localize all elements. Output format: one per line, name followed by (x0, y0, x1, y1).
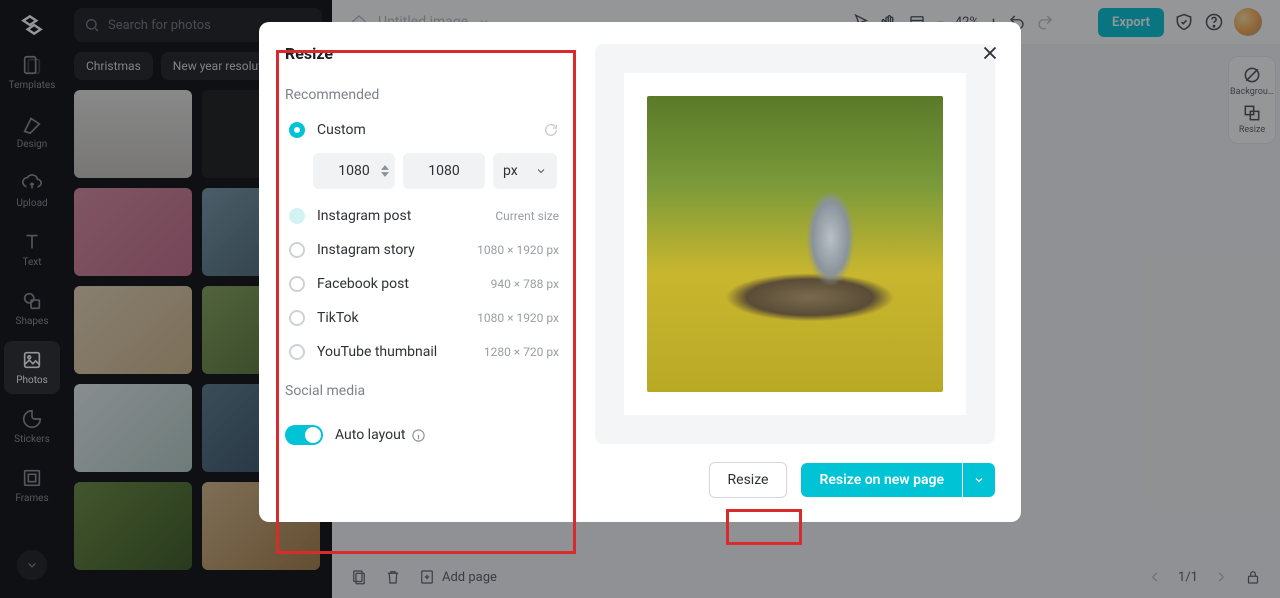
radio[interactable] (289, 344, 305, 360)
option-tiktok[interactable]: TikTok 1080 × 1920 px (285, 301, 563, 335)
option-social-instagram-post[interactable]: Instagram post (285, 409, 563, 411)
height-value: 1080 (428, 163, 459, 179)
option-instagram-story[interactable]: Instagram story 1080 × 1920 px (285, 233, 563, 267)
option-label: Custom (317, 122, 366, 138)
option-custom[interactable]: Custom (285, 113, 563, 147)
resize-new-page-button[interactable]: Resize on new page (801, 463, 962, 497)
option-label: Instagram post (317, 208, 411, 224)
option-sub: 940 × 788 px (491, 277, 559, 291)
option-sub: 1280 × 720 px (484, 345, 559, 359)
options-scroll[interactable]: Recommended Custom 1080 (285, 81, 569, 411)
option-youtube-thumbnail[interactable]: YouTube thumbnail 1280 × 720 px (285, 335, 563, 369)
resize-new-page-group: Resize on new page (801, 463, 995, 497)
info-icon[interactable] (411, 428, 426, 443)
option-facebook-post[interactable]: Facebook post 940 × 788 px (285, 267, 563, 301)
section-social: Social media (285, 383, 563, 399)
chevron-down-icon (973, 474, 985, 486)
auto-layout-toggle[interactable] (285, 425, 323, 445)
preview-frame (595, 44, 995, 444)
chevron-down-icon (535, 165, 547, 177)
width-value: 1080 (338, 163, 369, 179)
radio-selected[interactable] (289, 122, 305, 138)
option-sub: Current size (495, 209, 559, 223)
radio[interactable] (289, 242, 305, 258)
resize-modal: Resize Recommended Custom 1080 (259, 22, 1021, 522)
modal-overlay: Resize Recommended Custom 1080 (0, 0, 1280, 598)
auto-layout-label: Auto layout (335, 427, 405, 443)
close-icon (979, 42, 1001, 64)
reset-icon[interactable] (543, 122, 559, 138)
unit-select[interactable]: px (493, 153, 557, 189)
modal-title: Resize (285, 44, 569, 63)
resize-new-page-caret[interactable] (963, 463, 995, 497)
preview-canvas (624, 73, 966, 415)
height-input[interactable]: 1080 (403, 153, 485, 189)
close-button[interactable] (979, 42, 1001, 64)
radio[interactable] (289, 310, 305, 326)
auto-layout-row: Auto layout (285, 425, 569, 445)
option-instagram-post[interactable]: Instagram post Current size (285, 199, 563, 233)
custom-dimensions: 1080 1080 px (313, 153, 563, 189)
preview-column: Resize Resize on new page (595, 44, 995, 498)
option-label: Instagram story (317, 242, 415, 258)
section-recommended: Recommended (285, 87, 563, 103)
option-label: TikTok (317, 310, 359, 326)
width-stepper[interactable] (381, 165, 389, 177)
radio[interactable] (289, 208, 305, 224)
option-sub: 1080 × 1920 px (477, 243, 559, 257)
resize-button[interactable]: Resize (709, 462, 788, 498)
resize-options-column: Resize Recommended Custom 1080 (285, 44, 569, 498)
option-sub: 1080 × 1920 px (477, 311, 559, 325)
option-label: YouTube thumbnail (317, 344, 437, 360)
radio[interactable] (289, 276, 305, 292)
modal-actions: Resize Resize on new page (595, 462, 995, 498)
option-label: Facebook post (317, 276, 409, 292)
preview-image (647, 96, 943, 392)
width-input[interactable]: 1080 (313, 153, 395, 189)
unit-value: px (503, 163, 518, 179)
